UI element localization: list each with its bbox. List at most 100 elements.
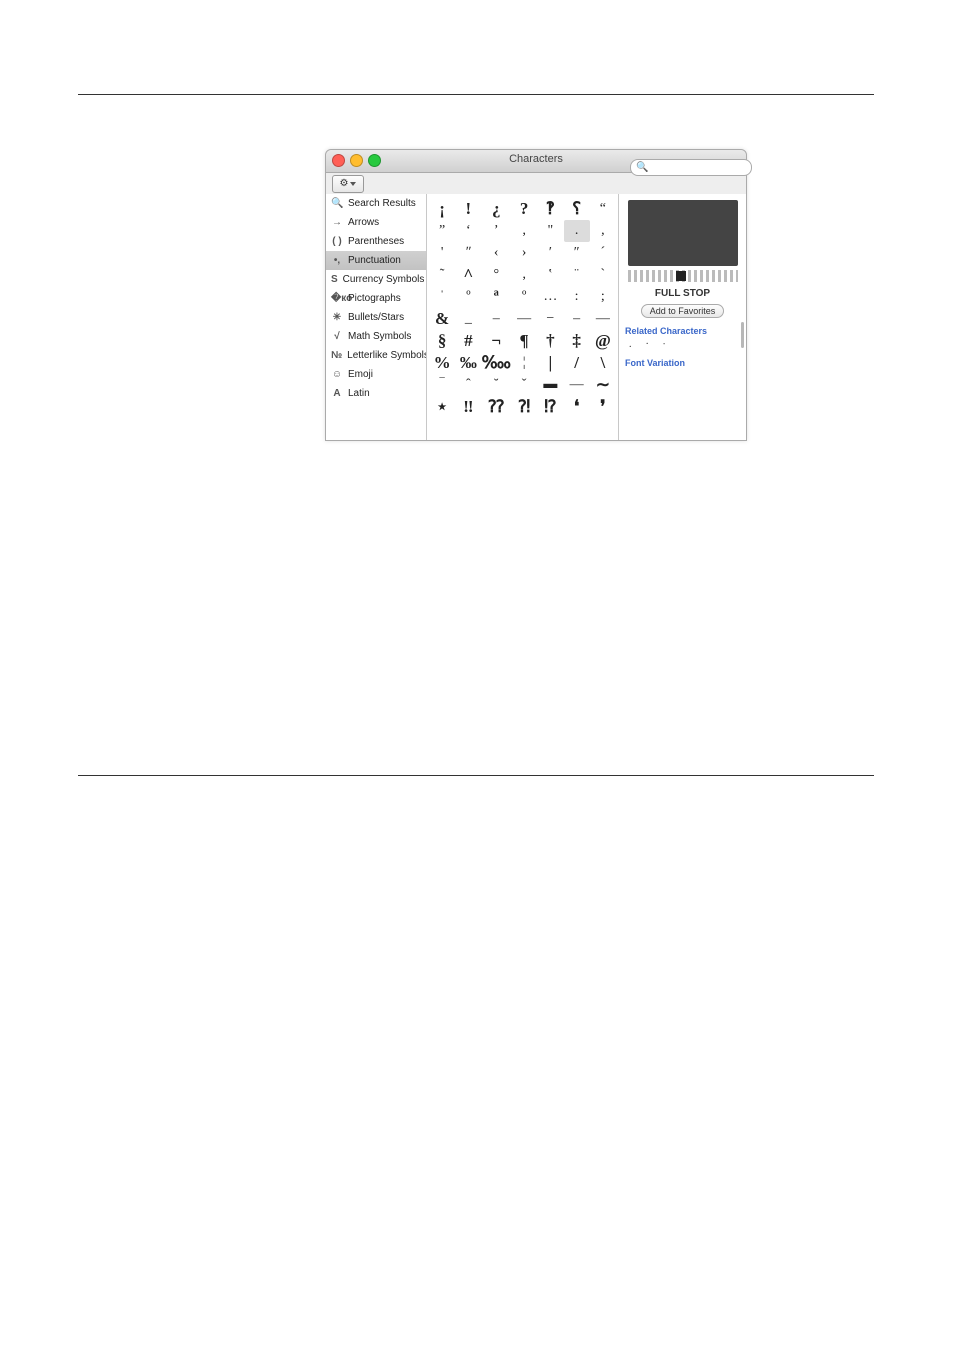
- sidebar-item-letterlike-symbols[interactable]: №Letterlike Symbols: [326, 346, 426, 365]
- add-favorites-button[interactable]: Add to Favorites: [641, 304, 725, 318]
- action-menu-button[interactable]: ⚙: [332, 175, 364, 193]
- char-cell[interactable]: ¡: [429, 198, 455, 220]
- sidebar-item-label: Search Results: [348, 198, 416, 209]
- char-cell[interactable]: ❛: [564, 396, 590, 418]
- char-cell[interactable]: ’: [481, 220, 511, 242]
- char-cell[interactable]: /: [564, 352, 590, 374]
- char-cell[interactable]: _: [455, 308, 481, 330]
- char-cell[interactable]: &: [429, 308, 455, 330]
- sidebar-item-currency-symbols[interactable]: SCurrency Symbols: [326, 270, 426, 289]
- char-cell[interactable]: `: [590, 264, 616, 286]
- char-cell[interactable]: ¿: [481, 198, 511, 220]
- char-cell[interactable]: ˆ: [455, 374, 481, 396]
- char-cell[interactable]: —: [511, 308, 537, 330]
- search-field[interactable]: 🔍: [630, 159, 752, 176]
- char-cell[interactable]: ‾: [429, 374, 455, 396]
- letterlike-icon: №: [331, 350, 342, 361]
- character-grid: ¡!¿?‽⸮“”‘’‚".,'ʺ‹›′″´˜^°‚‛¨`ˈºªº…:;&_–—−…: [427, 194, 618, 440]
- char-cell[interactable]: ': [429, 242, 455, 264]
- char-cell[interactable]: ^: [455, 264, 481, 286]
- sidebar-item-emoji[interactable]: ☺︎Emoji: [326, 365, 426, 384]
- char-cell[interactable]: ▬: [537, 374, 563, 396]
- char-cell[interactable]: ‚: [511, 264, 537, 286]
- related-char[interactable]: .: [629, 339, 632, 350]
- char-cell[interactable]: ›: [511, 242, 537, 264]
- char-cell[interactable]: …: [537, 286, 563, 308]
- search-input[interactable]: [651, 162, 735, 174]
- char-cell[interactable]: ‒: [564, 308, 590, 330]
- char-cell[interactable]: ˇ: [511, 374, 537, 396]
- char-cell[interactable]: ❜: [590, 396, 616, 418]
- related-char[interactable]: ∙: [663, 339, 666, 350]
- chevron-down-icon: [350, 182, 356, 186]
- sidebar-item-bullets-stars[interactable]: ✳︎Bullets/Stars: [326, 308, 426, 327]
- char-cell[interactable]: ¦: [511, 352, 537, 374]
- char-cell[interactable]: ⁈: [511, 396, 537, 418]
- char-cell[interactable]: !: [455, 198, 481, 220]
- char-cell[interactable]: §: [429, 330, 455, 352]
- char-cell[interactable]: ‚: [511, 220, 537, 242]
- sidebar-item-punctuation[interactable]: •,Punctuation: [326, 251, 426, 270]
- char-cell[interactable]: ∼: [590, 374, 616, 396]
- char-cell[interactable]: ”: [429, 220, 455, 242]
- sidebar-item-math-symbols[interactable]: √Math Symbols: [326, 327, 426, 346]
- char-cell[interactable]: ¨: [564, 264, 590, 286]
- char-cell[interactable]: ⋆: [429, 396, 455, 418]
- char-cell[interactable]: ‘: [455, 220, 481, 242]
- sidebar-item-search-results[interactable]: 🔍Search Results: [326, 194, 426, 213]
- char-cell[interactable]: ″: [564, 242, 590, 264]
- char-cell[interactable]: ¬: [481, 330, 511, 352]
- char-cell[interactable]: ⁉: [537, 396, 563, 418]
- char-cell[interactable]: ‼: [455, 396, 481, 418]
- sidebar-item-parentheses[interactable]: ( )Parentheses: [326, 232, 426, 251]
- char-cell[interactable]: º: [455, 286, 481, 308]
- currency-icon: S: [331, 274, 338, 285]
- sidebar-item-label: Parentheses: [348, 236, 404, 247]
- sidebar-item-label: Punctuation: [348, 255, 401, 266]
- char-cell[interactable]: ‽: [537, 198, 563, 220]
- char-cell[interactable]: ‰: [455, 352, 481, 374]
- related-char[interactable]: ·: [646, 339, 649, 350]
- char-cell[interactable]: ‡: [564, 330, 590, 352]
- char-cell[interactable]: ˘: [481, 374, 511, 396]
- char-cell[interactable]: ;: [590, 286, 616, 308]
- char-cell[interactable]: ?: [511, 198, 537, 220]
- char-cell[interactable]: −: [537, 308, 563, 330]
- char-cell[interactable]: ˜: [429, 264, 455, 286]
- char-cell[interactable]: ‹: [481, 242, 511, 264]
- sidebar-item-latin[interactable]: ALatin: [326, 384, 426, 403]
- char-cell[interactable]: †: [537, 330, 563, 352]
- char-cell[interactable]: ⸮: [564, 198, 590, 220]
- char-cell[interactable]: ˈ: [429, 286, 455, 308]
- sidebar-item-arrows[interactable]: →Arrows: [326, 213, 426, 232]
- char-cell[interactable]: |: [537, 352, 563, 374]
- char-cell[interactable]: ⁇: [481, 396, 511, 418]
- char-cell[interactable]: ‱: [481, 352, 511, 374]
- char-cell[interactable]: %: [429, 352, 455, 374]
- char-cell[interactable]: “: [590, 198, 616, 220]
- char-cell[interactable]: @: [590, 330, 616, 352]
- char-cell[interactable]: :: [564, 286, 590, 308]
- char-cell[interactable]: ‛: [537, 264, 563, 286]
- char-cell[interactable]: ―: [590, 308, 616, 330]
- char-cell[interactable]: ": [537, 220, 563, 242]
- preview-font-strip: [628, 270, 738, 282]
- char-cell[interactable]: .: [564, 220, 590, 242]
- char-cell[interactable]: ª: [481, 286, 511, 308]
- char-cell[interactable]: º: [511, 286, 537, 308]
- char-cell[interactable]: ¶: [511, 330, 537, 352]
- char-cell[interactable]: —: [564, 374, 590, 396]
- sidebar-item-pictographs[interactable]: �коPictographs: [326, 289, 426, 308]
- char-cell[interactable]: –: [481, 308, 511, 330]
- char-cell[interactable]: #: [455, 330, 481, 352]
- inspector-panel: 🔍 FULL STOP Add to Favorites Related Cha…: [618, 194, 746, 440]
- sidebar-item-label: Pictographs: [348, 293, 401, 304]
- scrollbar[interactable]: [741, 322, 744, 348]
- char-cell[interactable]: ,: [590, 220, 616, 242]
- char-cell[interactable]: ′: [537, 242, 563, 264]
- char-cell[interactable]: \: [590, 352, 616, 374]
- char-cell[interactable]: ´: [590, 242, 616, 264]
- bullets-icon: ✳︎: [331, 312, 343, 323]
- char-cell[interactable]: ʺ: [455, 242, 481, 264]
- char-cell[interactable]: °: [481, 264, 511, 286]
